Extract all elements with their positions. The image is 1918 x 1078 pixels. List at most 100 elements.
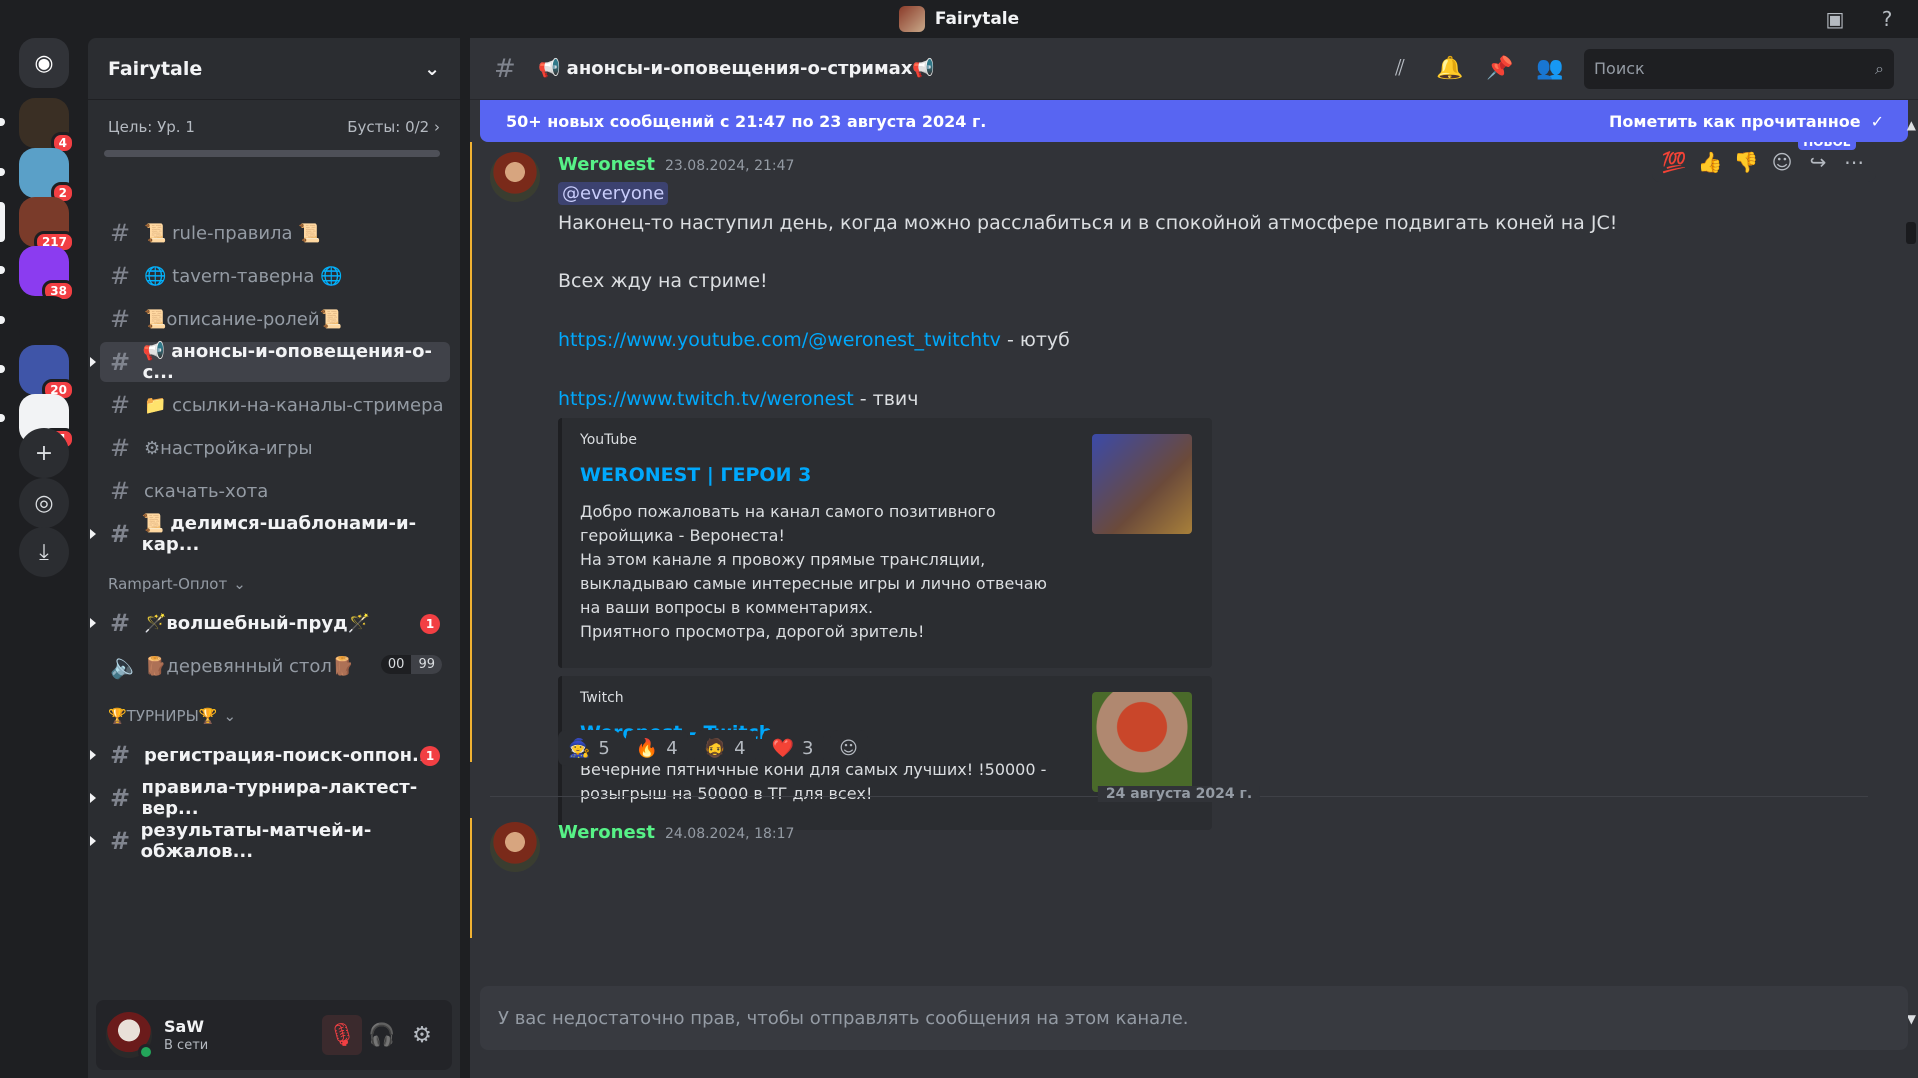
mention-everyone[interactable]: @everyone <box>558 182 669 205</box>
channel-volshebny-prud[interactable]: # 🪄волшебный-пруд🪄 1 <box>90 603 450 643</box>
hash-icon: # <box>110 477 131 505</box>
reaction[interactable]: 🧔 4 <box>693 730 756 766</box>
hash-icon: # <box>110 520 131 548</box>
channel-label: 🪵деревянный стол🪵 <box>144 655 355 677</box>
pin-icon[interactable]: 📌 <box>1486 55 1514 83</box>
hash-icon: # <box>110 609 131 637</box>
chevron-down-icon: ⌄ <box>233 575 246 593</box>
scroll-thumb[interactable] <box>1906 222 1916 244</box>
message-actions-toolbar: НОВОЕ 💯 👍 👎 ☺ ↪ ⋯ <box>1652 142 1876 182</box>
thumbs-up-icon[interactable]: 👍 <box>1696 148 1724 176</box>
hundred-icon[interactable]: 💯 <box>1660 148 1688 176</box>
window-title: Fairytale <box>0 0 1918 38</box>
channel-label: правила-турнира-лактест-вер... <box>141 777 418 819</box>
channel-item[interactable]: # 📢 анонсы-и-оповещения-о-с... <box>90 341 450 383</box>
message-author[interactable]: Weronest 24.08.2024, 18:17 <box>558 822 794 843</box>
inbox-icon[interactable]: ▣ <box>1822 6 1848 32</box>
headphones-icon[interactable]: 🎧 <box>362 1015 402 1055</box>
channel-item[interactable]: # скачать-хота <box>100 471 450 511</box>
channel-item[interactable]: # 📁 ссылки-на-каналы-стримера <box>100 385 450 425</box>
gear-icon[interactable]: ⚙ <box>402 1015 442 1055</box>
mention-badge: 1 <box>420 746 440 766</box>
message[interactable]: Weronest 23.08.2024, 21:47 @everyone Нако… <box>470 142 1888 830</box>
thumbs-down-icon[interactable]: 👎 <box>1732 148 1760 176</box>
hash-icon: # <box>110 741 131 769</box>
server-cartoon[interactable]: 2 <box>19 148 75 204</box>
channel-item[interactable]: # 🌐 tavern-таверна 🌐 <box>100 256 450 296</box>
avatar[interactable] <box>490 822 540 872</box>
message-composer: У вас недостаточно прав, чтобы отправлят… <box>480 986 1908 1050</box>
category-tournaments[interactable]: 🏆ТУРНИРЫ🏆 ⌄ <box>108 700 460 732</box>
category-rampart[interactable]: Rampart-Оплот ⌄ <box>108 568 460 600</box>
channel-item[interactable]: # 📜 делимся-шаблонами-и-кар... <box>90 513 450 555</box>
twitch-link[interactable]: https://www.twitch.tv/weronest <box>558 388 854 410</box>
channel-item[interactable]: # 📜 rule-правила 📜 <box>100 213 450 253</box>
channel-item[interactable]: # регистрация-поиск-оппон... 1 <box>90 735 450 775</box>
discord-home-button[interactable]: ◉ <box>19 38 69 88</box>
unread-server-indicator <box>0 168 5 176</box>
server-sword[interactable]: 4 <box>19 98 75 154</box>
embed-thumbnail[interactable] <box>1092 692 1192 792</box>
youtube-link[interactable]: https://www.youtube.com/@weronest_twitch… <box>558 329 1001 351</box>
speaker-icon: 🔈 <box>110 652 140 680</box>
server-ftd[interactable]: 20 <box>19 345 75 401</box>
scrollbar[interactable]: ▲ ▼ <box>1904 118 1918 1026</box>
members-icon[interactable]: 👥 <box>1536 55 1564 83</box>
boost-goal[interactable]: Цель: Ур. 1 Бусты: 0/2 › <box>88 100 460 136</box>
search-icon: ⌕ <box>1875 58 1884 78</box>
embed-provider: Twitch <box>580 690 624 706</box>
unread-indicator <box>90 357 96 367</box>
message[interactable]: Weronest 24.08.2024, 18:17 <box>470 818 1888 938</box>
scroll-down-icon[interactable]: ▼ <box>1907 1012 1916 1026</box>
server-red[interactable] <box>19 296 69 346</box>
mark-as-read-button[interactable]: Пометить как прочитанное ✓ <box>1609 112 1884 131</box>
guild-header[interactable]: Fairytale ⌄ <box>88 38 460 100</box>
message-author[interactable]: Weronest 23.08.2024, 21:47 <box>558 154 794 175</box>
title-bar: Fairytale ▣ ? <box>0 0 1918 38</box>
channel-item[interactable]: # правила-турнира-лактест-вер... <box>90 777 450 819</box>
scroll-up-icon[interactable]: ▲ <box>1907 118 1916 132</box>
bell-icon[interactable]: 🔔 <box>1436 55 1464 83</box>
reaction[interactable]: 🔥 4 <box>625 730 688 766</box>
avatar[interactable] <box>106 1012 154 1060</box>
mic-muted-icon[interactable]: 🎙 <box>322 1015 362 1055</box>
add-reaction-icon[interactable]: ☺ <box>829 730 868 766</box>
add-reaction-icon[interactable]: ☺ <box>1768 148 1796 176</box>
reaction-count: 4 <box>666 737 678 759</box>
embed-thumbnail[interactable] <box>1092 434 1192 534</box>
channel-item[interactable]: # 📜описание-ролей📜 <box>100 299 450 339</box>
forward-icon[interactable]: ↪ <box>1804 148 1832 176</box>
add-server-button[interactable]: + <box>19 428 69 478</box>
help-icon[interactable]: ? <box>1874 6 1900 32</box>
guild-name: Fairytale <box>108 57 203 80</box>
threads-icon[interactable]: ⫽ <box>1386 55 1414 83</box>
channel-label: 📜 rule-правила 📜 <box>144 222 321 244</box>
unread-server-indicator <box>0 316 5 324</box>
download-icon[interactable]: ⤓ <box>19 527 69 577</box>
no-permission-text: У вас недостаточно прав, чтобы отправлят… <box>498 1007 1189 1029</box>
hash-icon: # <box>110 434 131 462</box>
new-messages-bar[interactable]: 50+ новых сообщений с 21:47 по 23 август… <box>480 100 1908 142</box>
more-icon[interactable]: ⋯ <box>1840 148 1868 176</box>
voice-channel-derevyanny-stol[interactable]: 🔈 🪵деревянный стол🪵 00 99 <box>100 646 450 686</box>
search-input[interactable]: Поиск ⌕ <box>1584 48 1894 89</box>
discover-icon[interactable]: ◎ <box>19 478 69 528</box>
chevron-down-icon: ⌄ <box>223 707 237 725</box>
hash-icon: # <box>110 348 131 376</box>
message-link-line: https://www.youtube.com/@weronest_twitch… <box>558 329 1070 351</box>
server-fairytale[interactable]: 217 <box>19 197 75 253</box>
channel-item[interactable]: # ⚙настройка-игры <box>100 428 450 468</box>
reaction-count: 3 <box>802 737 814 759</box>
channel-header: # 📢 анонсы-и-оповещения-о-стримах📢 ⫽ 🔔 📌… <box>470 38 1918 100</box>
embed-title[interactable]: WERONEST | ГЕРОИ 3 <box>580 464 811 486</box>
server-purple[interactable]: 38 <box>19 246 75 302</box>
avatar[interactable] <box>490 152 540 202</box>
unread-server-indicator <box>0 365 5 373</box>
embed-description: Добро пожаловать на канал самого позитив… <box>580 502 1048 641</box>
channel-item[interactable]: # результаты-матчей-и-обжалов... <box>90 820 450 862</box>
reaction[interactable]: ❤️ 3 <box>761 730 824 766</box>
reaction-count: 5 <box>598 737 610 759</box>
reaction[interactable]: 🧙 5 <box>558 730 620 766</box>
channel-list: # 📜 rule-правила 📜 # 🌐 tavern-таверна 🌐 # 📜оп… <box>88 210 460 864</box>
selected-server-indicator <box>0 202 5 242</box>
